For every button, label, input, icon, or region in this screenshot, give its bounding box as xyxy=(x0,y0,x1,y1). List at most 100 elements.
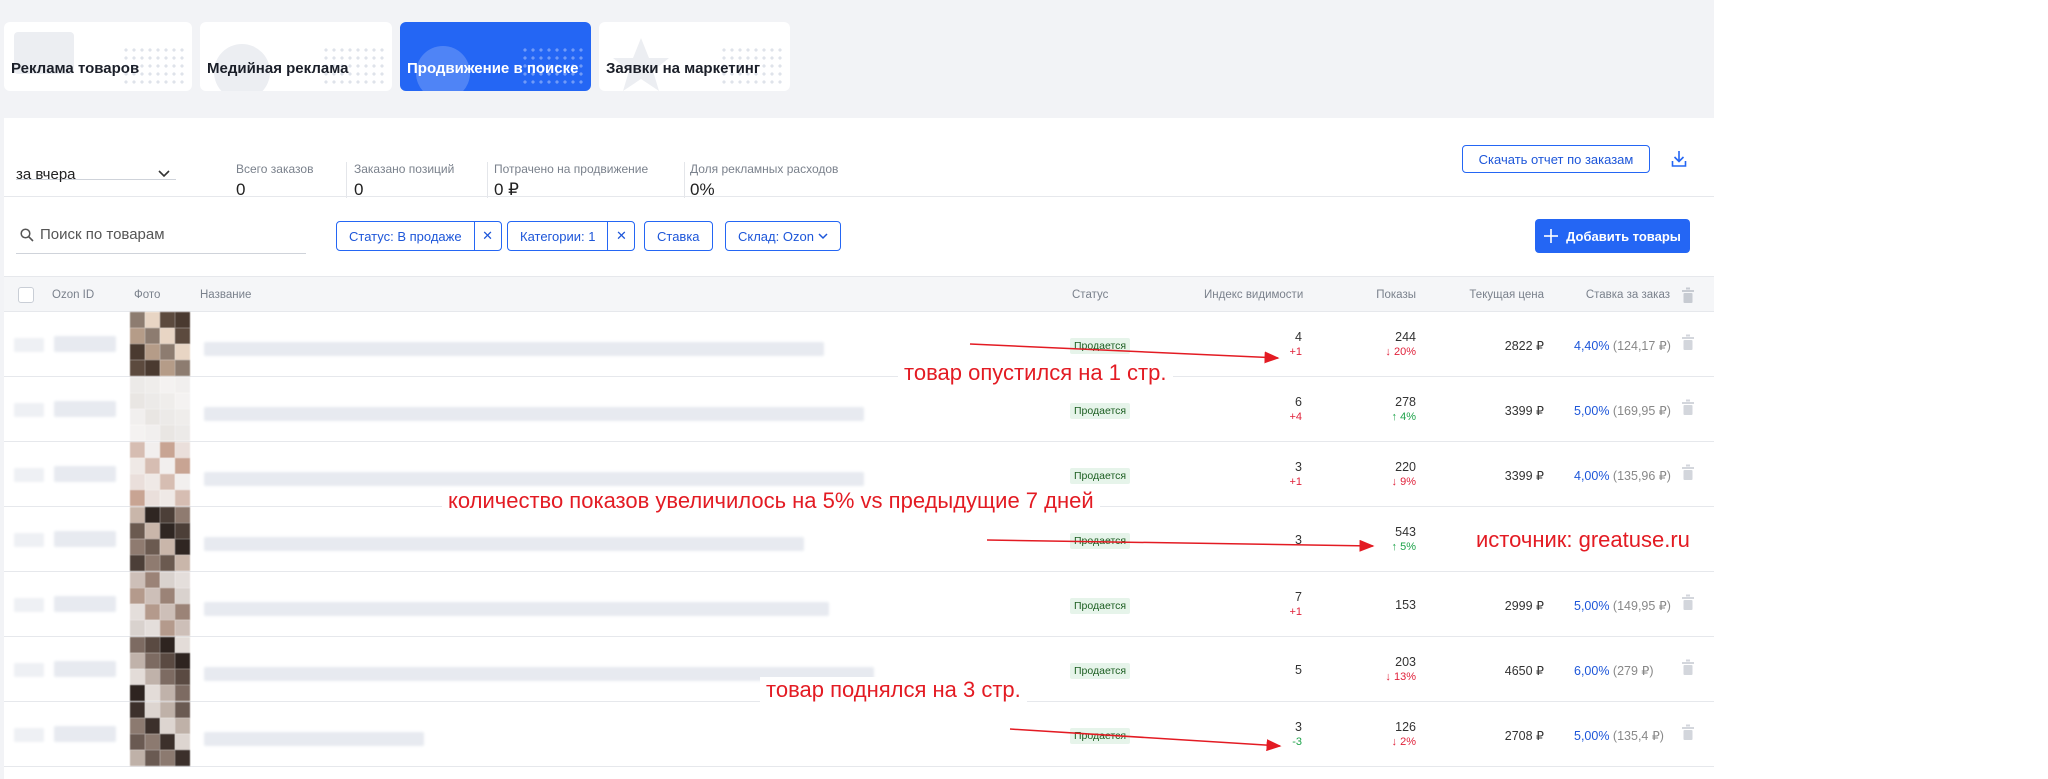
download-icon[interactable] xyxy=(1671,150,1687,168)
table-row[interactable]: Продается 4 +1 244 ↓ 20% 2822 ₽ 4,40% (124,17 … xyxy=(4,312,1714,377)
filter-status-label: Статус: В продаже xyxy=(349,228,462,244)
photo-pixel xyxy=(130,637,145,653)
photo-pixel xyxy=(145,750,160,766)
close-icon[interactable]: ✕ xyxy=(473,222,501,250)
product-name-blurred[interactable] xyxy=(204,472,864,486)
ozon-id-blurred xyxy=(54,531,116,547)
photo-pixel xyxy=(160,458,175,474)
bid-percent[interactable]: 4,00% xyxy=(1574,469,1609,483)
col-shows[interactable]: Показы xyxy=(1364,289,1416,301)
shows-value: 203 xyxy=(1395,655,1416,669)
tab-marketing-requests[interactable]: Заявки на маркетинг xyxy=(599,22,790,91)
photo-pixel xyxy=(160,572,175,588)
bid-percent[interactable]: 5,00% xyxy=(1574,599,1609,613)
filter-bid-chip[interactable]: Ставка xyxy=(644,221,713,251)
bid-value[interactable]: 5,00% (135,4 ₽) xyxy=(1574,728,1664,743)
photo-pixel xyxy=(145,458,160,474)
price-value: 2822 ₽ xyxy=(1504,339,1544,353)
tab-media-ads[interactable]: Медийная реклама xyxy=(200,22,392,91)
product-name-blurred[interactable] xyxy=(204,602,829,616)
annotation-shows-increase: количество показов увеличилось на 5% vs … xyxy=(442,488,1100,514)
col-price[interactable]: Текущая цена xyxy=(1464,289,1544,301)
product-photo[interactable] xyxy=(130,572,190,636)
table-row[interactable]: Продается 3 543 ↑ 5% xyxy=(4,507,1714,572)
product-photo[interactable] xyxy=(130,637,190,701)
bid-percent[interactable]: 5,00% xyxy=(1574,404,1609,418)
search-input[interactable] xyxy=(40,226,300,243)
photo-pixel xyxy=(145,539,160,555)
col-status[interactable]: Статус xyxy=(1072,289,1108,301)
photo-pixel xyxy=(175,653,190,669)
annotation-dropped: товар опустился на 1 стр. xyxy=(898,360,1173,386)
status-badge: Продается xyxy=(1070,533,1131,549)
period-select[interactable]: за вчера xyxy=(16,140,176,183)
trash-icon[interactable] xyxy=(1681,594,1695,610)
product-photo[interactable] xyxy=(130,377,190,441)
trash-icon[interactable] xyxy=(1681,399,1695,415)
filter-status-chip[interactable]: Статус: В продаже ✕ xyxy=(336,221,502,251)
table-row[interactable]: Продается 7 +1 153 2999 ₽ 5,00% (149,95 ₽) xyxy=(4,572,1714,637)
table-header: Ozon ID Фото Название Статус Индекс види… xyxy=(4,276,1714,312)
photo-pixel xyxy=(160,328,175,344)
bid-percent[interactable]: 6,00% xyxy=(1574,664,1609,678)
bid-value[interactable]: 4,40% (124,17 ₽) xyxy=(1574,338,1671,353)
table-row[interactable]: Продается 6 +4 278 ↑ 4% 3399 ₽ 5,00% (169,95 ₽… xyxy=(4,377,1714,442)
visibility-value: 7 xyxy=(1295,590,1302,604)
shows-delta: ↓ 9% xyxy=(1391,476,1416,488)
photo-pixel xyxy=(175,458,190,474)
col-ozon-id[interactable]: Ozon ID xyxy=(52,289,94,301)
bid-percent[interactable]: 5,00% xyxy=(1574,729,1609,743)
col-name[interactable]: Название xyxy=(200,289,251,301)
bid-value[interactable]: 6,00% (279 ₽) xyxy=(1574,663,1654,678)
download-report-button[interactable]: Скачать отчет по заказам xyxy=(1462,145,1650,173)
product-name-blurred[interactable] xyxy=(204,732,424,746)
tab-product-ads[interactable]: Реклама товаров xyxy=(4,22,192,91)
product-photo[interactable] xyxy=(130,702,190,766)
tab-search-promotion[interactable]: Продвижение в поиске xyxy=(400,22,591,91)
photo-pixel xyxy=(130,490,145,506)
row-blurred-checkbox xyxy=(14,663,44,677)
photo-pixel xyxy=(160,312,175,328)
trash-icon[interactable] xyxy=(1681,334,1695,350)
photo-pixel xyxy=(160,588,175,604)
photo-pixel xyxy=(160,377,175,393)
period-value: за вчера xyxy=(16,166,76,183)
photo-pixel xyxy=(160,344,175,360)
product-name-blurred[interactable] xyxy=(204,537,804,551)
ozon-id-blurred xyxy=(54,336,116,352)
col-visibility[interactable]: Индекс видимости xyxy=(1204,289,1303,301)
add-products-button[interactable]: Добавить товары xyxy=(1535,219,1690,253)
photo-pixel xyxy=(130,718,145,734)
shows-delta: ↑ 5% xyxy=(1391,541,1416,553)
photo-pixel xyxy=(175,718,190,734)
filter-warehouse-chip[interactable]: Склад: Ozon xyxy=(725,221,841,251)
photo-pixel xyxy=(175,377,190,393)
product-photo[interactable] xyxy=(130,442,190,506)
product-name-blurred[interactable] xyxy=(204,342,824,356)
photo-pixel xyxy=(160,539,175,555)
status-badge: Продается xyxy=(1070,338,1131,354)
select-all-checkbox[interactable] xyxy=(18,287,34,303)
photo-pixel xyxy=(160,474,175,490)
bid-percent[interactable]: 4,40% xyxy=(1574,339,1609,353)
bid-value[interactable]: 5,00% (169,95 ₽) xyxy=(1574,403,1671,418)
search-field[interactable] xyxy=(16,218,306,254)
col-bid[interactable]: Ставка за заказ xyxy=(1574,289,1670,301)
product-photo[interactable] xyxy=(130,312,190,376)
trash-icon[interactable] xyxy=(1681,287,1695,303)
visibility-value: 3 xyxy=(1295,533,1302,547)
shows-delta: ↓ 13% xyxy=(1385,671,1416,683)
trash-icon[interactable] xyxy=(1681,724,1695,740)
table-row[interactable]: Продается 3 -3 126 ↓ 2% 2708 ₽ 5,00% (135,4 ₽) xyxy=(4,702,1714,767)
product-name-blurred[interactable] xyxy=(204,407,864,421)
trash-icon[interactable] xyxy=(1681,464,1695,480)
close-icon[interactable]: ✕ xyxy=(607,222,634,250)
product-photo[interactable] xyxy=(130,507,190,571)
photo-pixel xyxy=(145,637,160,653)
filter-categories-chip[interactable]: Категории: 1 ✕ xyxy=(507,221,636,251)
photo-pixel xyxy=(160,604,175,620)
bid-value[interactable]: 4,00% (135,96 ₽) xyxy=(1574,468,1671,483)
photo-pixel xyxy=(130,685,145,701)
trash-icon[interactable] xyxy=(1681,659,1695,675)
bid-value[interactable]: 5,00% (149,95 ₽) xyxy=(1574,598,1671,613)
